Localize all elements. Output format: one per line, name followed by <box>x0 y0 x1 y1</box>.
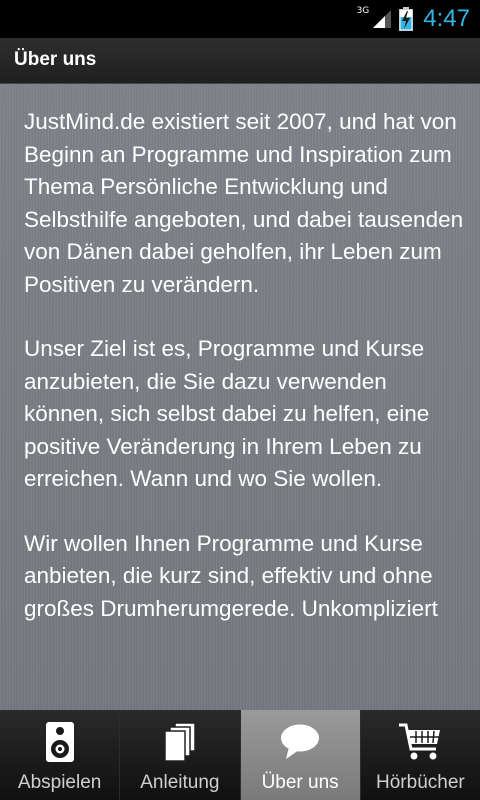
clock: 4:47 <box>423 5 470 32</box>
paragraph-2: Unser Ziel ist es, Programme und Kurse a… <box>24 336 430 491</box>
paragraph-1: JustMind.de existiert seit 2007, und hat… <box>24 109 464 297</box>
tab-bar: Abspielen Anleitung Über uns Hörbücher <box>0 710 480 800</box>
status-bar: 3G 4:47 <box>0 0 480 38</box>
speech-bubble-icon <box>278 720 322 764</box>
tab-abspielen[interactable]: Abspielen <box>0 710 120 800</box>
tab-anleitung[interactable]: Anleitung <box>119 710 240 800</box>
tab-label: Über uns <box>261 772 339 793</box>
page-title: Über uns <box>14 49 97 70</box>
tab-label: Hörbücher <box>376 772 465 793</box>
content-area[interactable]: JustMind.de existiert seit 2007, und hat… <box>0 84 480 710</box>
signal-icon <box>371 8 393 30</box>
tab-hoerbuecher[interactable]: Hörbücher <box>359 710 480 800</box>
about-text: JustMind.de existiert seit 2007, und hat… <box>24 106 464 657</box>
pages-icon <box>158 720 202 764</box>
tab-label: Anleitung <box>140 772 220 793</box>
tab-label: Abspielen <box>17 772 102 793</box>
battery-icon <box>399 7 414 31</box>
tab-ueber-uns[interactable]: Über uns <box>239 710 360 800</box>
cart-icon <box>398 720 442 764</box>
paragraph-3: Wir wollen Ihnen Programme und Kurse anb… <box>24 530 438 621</box>
title-bar: Über uns <box>0 38 480 84</box>
speaker-icon <box>38 720 82 764</box>
network-type: 3G <box>356 6 370 16</box>
status-icons: 3G 4:47 <box>357 4 470 34</box>
